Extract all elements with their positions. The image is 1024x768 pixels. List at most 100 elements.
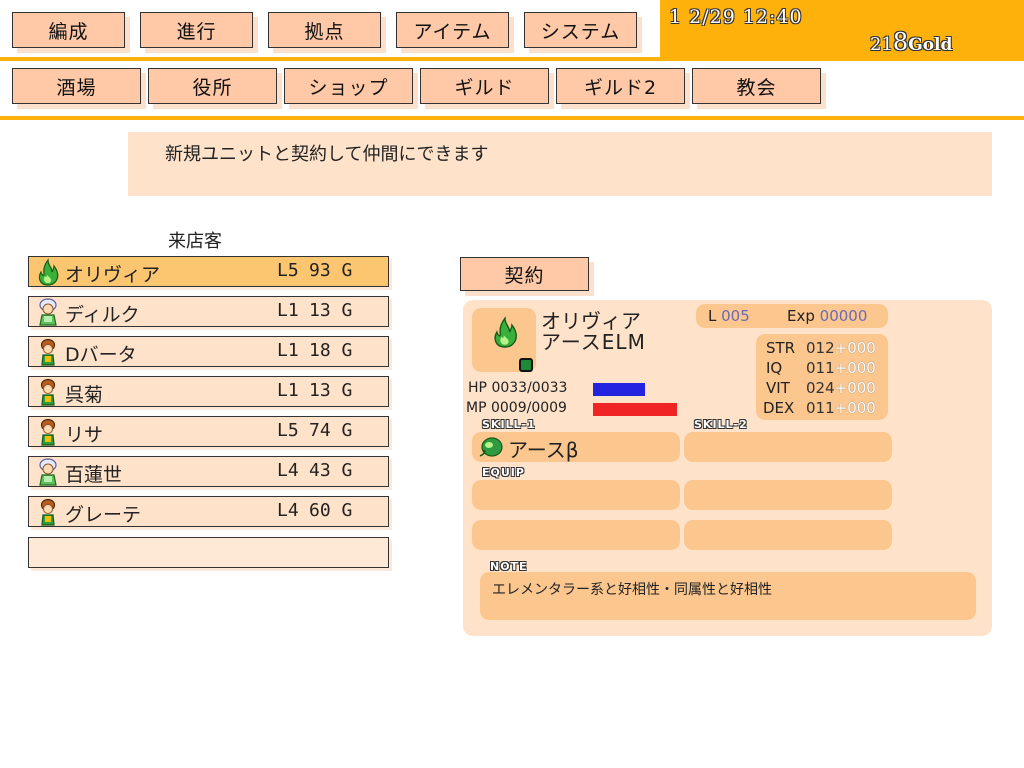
unit-cost: 18 G <box>309 340 353 361</box>
unit-row[interactable]: リサ L5 74 G <box>28 416 389 447</box>
menu-item-button[interactable]: アイテム <box>396 12 509 48</box>
mp-value: 0009/0009 <box>490 400 567 416</box>
unit-name: 百蓮世 <box>65 464 123 486</box>
detail-unit-race: アースELM <box>541 330 646 354</box>
gold-unit: Gold <box>908 35 953 55</box>
stat-bonus: +000 <box>834 359 876 377</box>
unit-name: Dバータ <box>65 344 137 366</box>
level-value: 005 <box>721 307 750 325</box>
hp-value: 0033/0033 <box>491 380 568 396</box>
earth-skill-icon <box>479 437 503 457</box>
gold-amount-last-digit: 8 <box>892 28 909 56</box>
unit-row[interactable]: グレーテ L4 60 G <box>28 496 389 527</box>
unit-cost: 43 G <box>309 460 353 481</box>
menu-formation-button[interactable]: 編成 <box>12 12 125 48</box>
unit-name: 呉菊 <box>65 384 104 406</box>
exp-label: Exp <box>787 307 815 325</box>
equip-tag: EQUIP <box>482 466 525 479</box>
unit-row-selected[interactable]: オリヴィア L5 93 G <box>28 256 389 287</box>
unit-name: オリヴィア <box>65 264 161 286</box>
unit-cost: 93 G <box>309 260 353 281</box>
stat-base: 024 <box>806 379 835 397</box>
unit-cost: 13 G <box>309 300 353 321</box>
stat-base: 012 <box>806 339 835 357</box>
gold-amount: 21 <box>870 34 893 55</box>
skill2-slot[interactable] <box>684 432 892 462</box>
submenu-office-button[interactable]: 役所 <box>148 68 277 104</box>
submenu-church-button[interactable]: 教会 <box>692 68 821 104</box>
unit-level: L1 <box>277 340 299 361</box>
mp-bar <box>593 403 677 416</box>
unit-level: L1 <box>277 380 299 401</box>
unit-cost: 13 G <box>309 380 353 401</box>
unit-row[interactable]: Dバータ L1 18 G <box>28 336 389 367</box>
green-flame-icon <box>38 258 59 286</box>
white-haired-unit-icon <box>39 298 57 326</box>
mp-display: MP 0009/0009 <box>466 400 567 416</box>
stat-bonus: +000 <box>834 339 876 357</box>
brown-haired-unit-icon <box>40 418 56 446</box>
unit-level: L1 <box>277 300 299 321</box>
submenu-tavern-button[interactable]: 酒場 <box>12 68 141 104</box>
unit-name: グレーテ <box>65 504 142 526</box>
equip-slot-3[interactable] <box>472 520 680 550</box>
skill1-name: アースβ <box>508 438 579 462</box>
submenu-guild2-button[interactable]: ギルド2 <box>556 68 685 104</box>
green-flame-icon <box>494 316 517 348</box>
skill2-tag: SKILL-2 <box>694 418 748 431</box>
brown-haired-unit-icon <box>40 378 56 406</box>
brown-haired-unit-icon <box>40 338 56 366</box>
stat-value: 011+000 <box>806 399 876 417</box>
sub-divider <box>0 116 1024 120</box>
gold-display: 218Gold <box>870 28 952 56</box>
unit-row[interactable]: 呉菊 L1 13 G <box>28 376 389 407</box>
unit-level: L5 <box>277 260 299 281</box>
equip-slot-1[interactable] <box>472 480 680 510</box>
stat-base: 011 <box>806 359 835 377</box>
submenu-shop-button[interactable]: ショップ <box>284 68 413 104</box>
stat-value: 012+000 <box>806 339 876 357</box>
stat-bonus: +000 <box>834 399 876 417</box>
level-display: L 005 <box>708 307 750 325</box>
stat-label: IQ <box>766 359 783 377</box>
stat-value: 011+000 <box>806 359 876 377</box>
equip-slot-2[interactable] <box>684 480 892 510</box>
menu-system-button[interactable]: システム <box>524 12 637 48</box>
level-label: L <box>708 307 717 325</box>
exp-display: Exp 00000 <box>787 307 867 325</box>
unit-cost: 60 G <box>309 500 353 521</box>
unit-level: L4 <box>277 460 299 481</box>
white-haired-unit-icon <box>39 458 57 486</box>
unit-cost: 74 G <box>309 420 353 441</box>
submenu-guild-button[interactable]: ギルド <box>420 68 549 104</box>
stat-value: 024+000 <box>806 379 876 397</box>
stat-label: STR <box>766 339 796 357</box>
visitor-list-title: 来店客 <box>168 231 222 252</box>
menu-base-button[interactable]: 拠点 <box>268 12 381 48</box>
unit-name: ディルク <box>65 304 140 326</box>
exp-value: 00000 <box>819 307 868 325</box>
unit-level: L4 <box>277 500 299 521</box>
hp-display: HP 0033/0033 <box>468 380 567 396</box>
menu-progress-button[interactable]: 進行 <box>140 12 253 48</box>
hp-label: HP <box>468 380 487 396</box>
note-text: エレメンタラー系と好相性・同属性と好相性 <box>492 582 772 598</box>
info-text: 新規ユニットと契約して仲間にできます <box>165 144 489 165</box>
unit-row-empty[interactable] <box>28 537 389 568</box>
unit-row[interactable]: 百蓮世 L4 43 G <box>28 456 389 487</box>
brown-haired-unit-icon <box>40 498 56 526</box>
stat-bonus: +000 <box>834 379 876 397</box>
date-time-display: 1 2/29 12:40 <box>669 6 803 28</box>
contract-button[interactable]: 契約 <box>460 257 589 291</box>
element-gem-icon <box>519 358 533 372</box>
unit-level: L5 <box>277 420 299 441</box>
hp-bar <box>593 383 645 396</box>
mp-label: MP <box>466 400 487 416</box>
stat-base: 011 <box>806 399 835 417</box>
unit-name: リサ <box>65 424 104 446</box>
top-divider <box>0 57 1024 61</box>
equip-slot-4[interactable] <box>684 520 892 550</box>
skill1-tag: SKILL-1 <box>482 418 536 431</box>
unit-row[interactable]: ディルク L1 13 G <box>28 296 389 327</box>
stat-label: DEX <box>763 399 795 417</box>
